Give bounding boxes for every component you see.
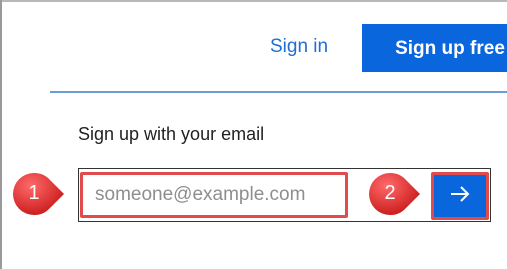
callout-badge-1: 1: [13, 171, 64, 217]
sign-in-link[interactable]: Sign in: [270, 36, 328, 58]
callout-badge-2: 2: [369, 171, 420, 217]
arrow-right-icon: [451, 186, 470, 202]
email-field[interactable]: [80, 172, 348, 218]
sign-up-free-button[interactable]: Sign up free: [362, 24, 507, 72]
submit-arrow-button[interactable]: [431, 172, 489, 220]
frame-left-border: [0, 0, 2, 269]
page: Sign in Sign up free Sign up with your e…: [0, 0, 507, 269]
frame-top-border: [0, 0, 507, 2]
callout-number-1: 1: [28, 182, 40, 204]
signup-email-heading: Sign up with your email: [78, 124, 265, 144]
header-divider: [50, 91, 507, 93]
callout-number-2: 2: [384, 182, 396, 204]
